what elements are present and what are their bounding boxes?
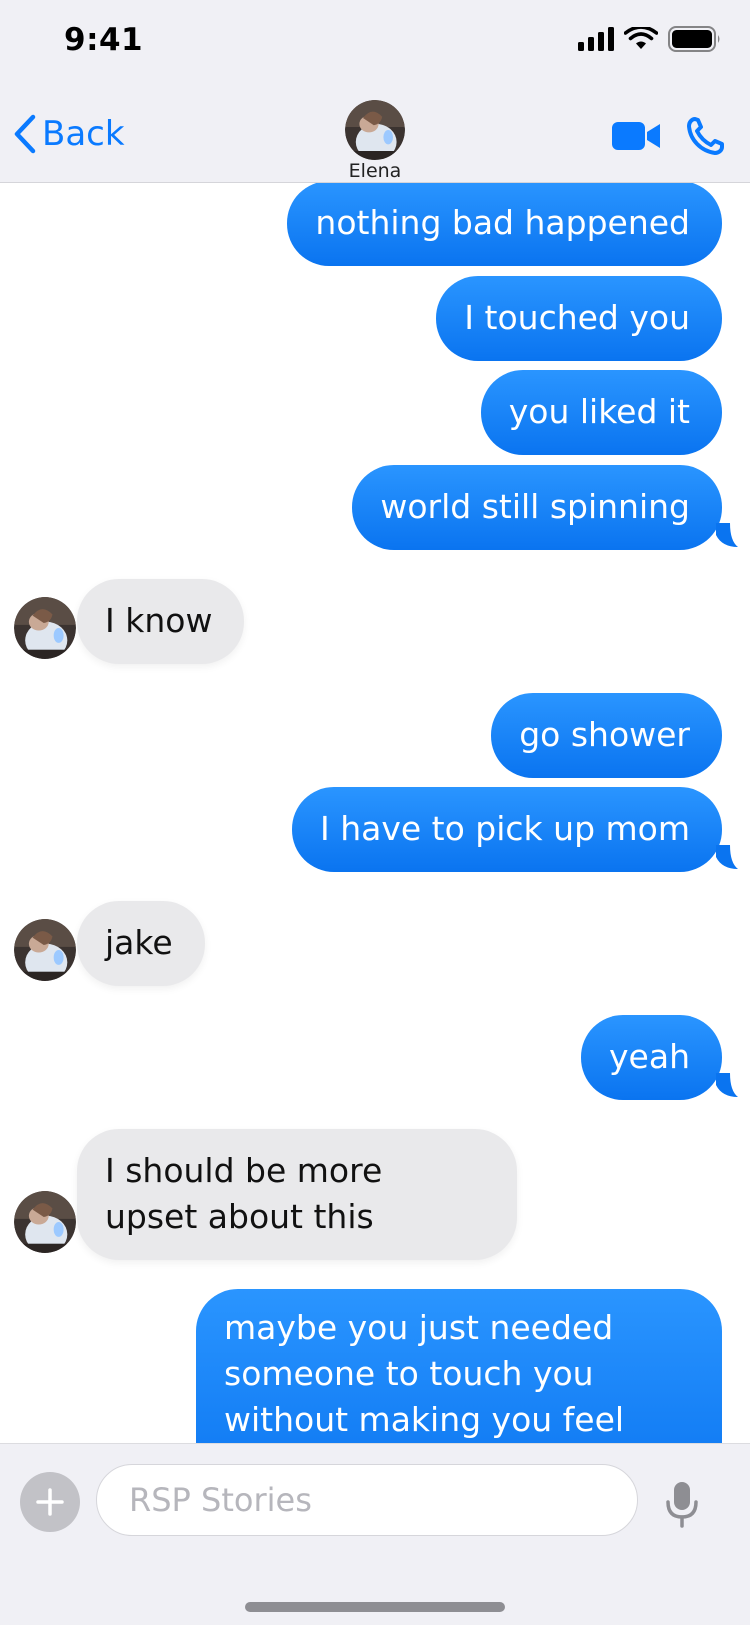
contact-name: Elena: [348, 160, 402, 182]
contact-header[interactable]: Elena: [325, 100, 425, 182]
message-thread[interactable]: nothing bad happened I touched you you l…: [0, 183, 750, 1443]
outgoing-message[interactable]: go shower: [491, 693, 722, 778]
conversation-header: Back Elena: [0, 90, 750, 183]
outgoing-message[interactable]: you liked it: [480, 370, 722, 455]
status-bar: 9:41: [0, 0, 750, 90]
contact-avatar[interactable]: [14, 1191, 76, 1253]
back-label: Back: [42, 114, 125, 154]
outgoing-message[interactable]: yeah: [581, 1015, 722, 1100]
outgoing-message[interactable]: nothing bad happened: [287, 183, 722, 266]
signal-icon: [578, 27, 614, 51]
status-icons: [578, 26, 722, 52]
contact-avatar[interactable]: [345, 100, 405, 160]
contact-avatar[interactable]: [14, 919, 76, 981]
incoming-message[interactable]: I know: [77, 579, 245, 664]
outgoing-message[interactable]: I touched you: [436, 276, 722, 361]
bubble-tail: [716, 845, 738, 869]
back-button[interactable]: Back: [12, 114, 125, 154]
outgoing-message[interactable]: world still spinning: [352, 465, 722, 550]
home-indicator[interactable]: [245, 1602, 505, 1612]
wifi-icon: [624, 27, 658, 49]
outgoing-message[interactable]: I have to pick up mom: [292, 787, 722, 872]
incoming-message[interactable]: jake: [77, 901, 205, 986]
contact-avatar[interactable]: [14, 597, 76, 659]
phone-icon[interactable]: [686, 116, 724, 156]
message-input[interactable]: [96, 1464, 638, 1536]
incoming-message[interactable]: I should be more upset about this: [77, 1129, 517, 1260]
add-attachment-button[interactable]: [20, 1472, 80, 1532]
bubble-tail: [716, 523, 738, 547]
outgoing-message[interactable]: maybe you just needed someone to touch y…: [196, 1289, 722, 1443]
battery-icon: [668, 26, 720, 52]
microphone-icon[interactable]: [664, 1480, 700, 1528]
video-call-icon[interactable]: [612, 121, 662, 151]
bubble-tail: [716, 1073, 738, 1097]
message-composer: [0, 1443, 750, 1625]
status-time: 9:41: [64, 22, 144, 58]
chevron-left-icon: [14, 114, 36, 154]
plus-icon: [36, 1488, 64, 1516]
header-actions: [612, 116, 724, 156]
